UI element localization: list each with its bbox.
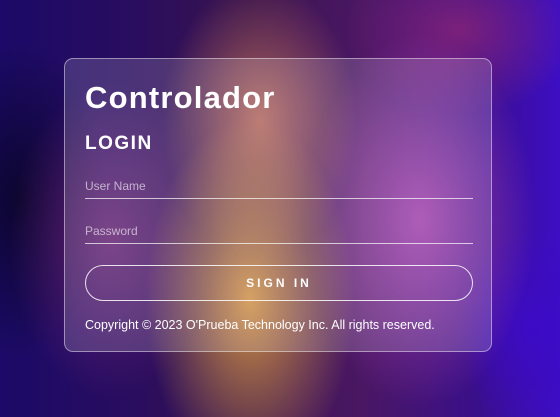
- login-heading: LOGIN: [85, 133, 153, 154]
- username-input[interactable]: [85, 173, 473, 199]
- password-input[interactable]: [85, 218, 473, 244]
- copyright-text: Copyright © 2023 O'Prueba Technology Inc…: [85, 318, 435, 332]
- login-card: Controlador LOGIN SIGN IN Copyright © 20…: [64, 58, 492, 352]
- app-title: Controlador: [85, 80, 276, 115]
- sign-in-button[interactable]: SIGN IN: [85, 265, 473, 301]
